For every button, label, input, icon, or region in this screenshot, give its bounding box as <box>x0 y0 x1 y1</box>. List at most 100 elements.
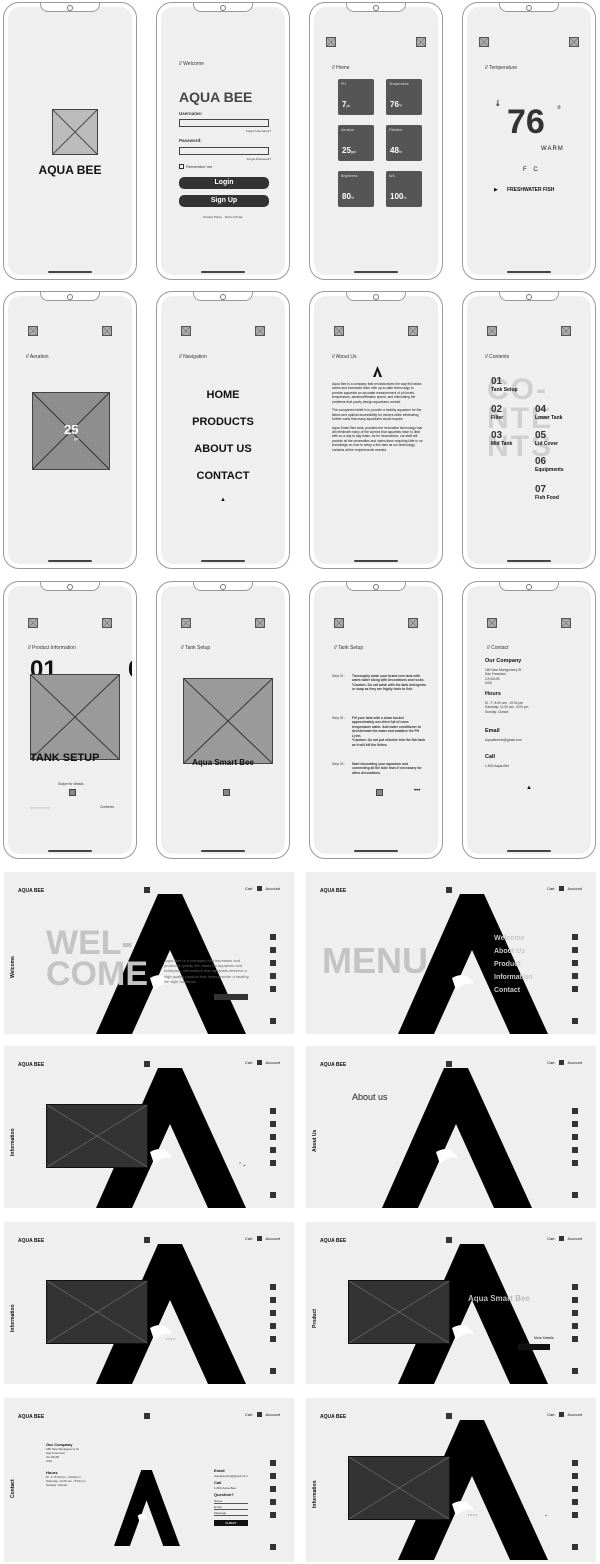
menu-item-information[interactable]: Information <box>494 971 533 984</box>
menu-icon[interactable] <box>334 618 344 628</box>
signup-button[interactable]: Sign Up <box>179 195 269 207</box>
swipe-icon[interactable] <box>223 789 230 796</box>
nav-icon[interactable] <box>144 1237 150 1243</box>
details-button[interactable] <box>518 1344 550 1350</box>
account-icon[interactable] <box>255 618 265 628</box>
account-link[interactable]: Account <box>568 1236 582 1241</box>
home-tile[interactable]: Aeration 25gal <box>338 125 374 161</box>
side-nav[interactable] <box>572 1108 578 1166</box>
home-tile[interactable]: Brightness 80% <box>338 171 374 207</box>
cart-link[interactable]: Cart <box>547 1236 555 1241</box>
account-link[interactable]: Account <box>568 886 582 891</box>
side-nav[interactable] <box>572 1284 578 1342</box>
swipe-icon[interactable] <box>376 789 383 796</box>
brand-logo[interactable]: AQUA BEE <box>320 1062 346 1068</box>
cart-icon[interactable] <box>558 886 564 891</box>
unit-toggle[interactable]: F C <box>523 167 538 173</box>
contents-item[interactable]: 05 Lid Cover <box>535 430 558 447</box>
contents-item[interactable]: 04 Lower Tank <box>535 404 562 421</box>
pagination-dots[interactable]: • • • • <box>166 1336 175 1341</box>
cart-link[interactable]: Cart <box>245 1236 253 1241</box>
phone-link[interactable]: 1-800-Aqua-Bee <box>214 1486 236 1490</box>
nav-icon[interactable] <box>446 887 452 893</box>
menu-item-contact[interactable]: Contact <box>494 984 533 997</box>
nav-icon[interactable] <box>446 1413 452 1419</box>
brand-logo[interactable]: AQUA BEE <box>320 1414 346 1420</box>
email-input[interactable]: Email <box>214 1505 248 1510</box>
remember-checkbox[interactable] <box>179 164 184 169</box>
legal-links[interactable]: Privacy Policy · Terms Of Use <box>161 215 285 219</box>
chevron-icon[interactable]: ⌃⌄ <box>238 1162 246 1168</box>
menu-item-welcome[interactable]: Welcome <box>494 932 533 945</box>
menu-icon[interactable] <box>28 326 38 336</box>
menu-icon[interactable] <box>487 326 497 336</box>
cart-icon[interactable] <box>256 1412 262 1417</box>
nav-icon[interactable] <box>144 887 150 893</box>
account-link[interactable]: Account <box>266 1236 280 1241</box>
menu-item-about[interactable]: About Us <box>494 945 533 958</box>
account-icon[interactable] <box>561 326 571 336</box>
side-nav[interactable] <box>572 1460 578 1518</box>
cta-button[interactable] <box>214 994 248 1000</box>
side-nav[interactable] <box>270 1460 276 1518</box>
password-input[interactable] <box>179 147 269 155</box>
cart-icon[interactable] <box>558 1412 564 1417</box>
cart-icon[interactable] <box>558 1060 564 1065</box>
cart-link[interactable]: Cart <box>245 886 253 891</box>
account-icon[interactable] <box>102 326 112 336</box>
home-tile[interactable]: Temperature 76°F <box>386 79 422 115</box>
scroll-icon[interactable] <box>572 1544 578 1550</box>
home-tile[interactable]: N/A 100% <box>386 171 422 207</box>
cart-icon[interactable] <box>256 1060 262 1065</box>
account-icon[interactable] <box>561 618 571 628</box>
triangle-up-icon[interactable]: ▲ <box>161 497 285 503</box>
scroll-icon[interactable] <box>572 1018 578 1024</box>
cart-link[interactable]: Cart <box>245 1060 253 1065</box>
brand-logo[interactable]: AQUA BEE <box>320 1238 346 1244</box>
home-tile[interactable]: Filtration 48hr <box>386 125 422 161</box>
contents-link[interactable]: Contents <box>100 805 114 809</box>
side-nav[interactable] <box>270 1108 276 1166</box>
submit-button[interactable]: SUBMIT <box>214 1520 248 1526</box>
scroll-icon[interactable] <box>572 1368 578 1374</box>
account-icon[interactable] <box>255 326 265 336</box>
cart-link[interactable]: Cart <box>547 1060 555 1065</box>
more-icon[interactable]: ••• <box>414 788 420 794</box>
account-icon[interactable] <box>408 618 418 628</box>
brand-logo[interactable]: AQUA BEE <box>320 888 346 894</box>
scroll-icon[interactable] <box>270 1368 276 1374</box>
triangle-up-icon[interactable]: ▲ <box>467 785 591 791</box>
account-icon[interactable] <box>416 37 426 47</box>
forgot-password-link[interactable]: Forgot Password? <box>247 157 271 161</box>
login-button[interactable]: Login <box>179 177 269 189</box>
account-icon[interactable] <box>102 618 112 628</box>
account-link[interactable]: Account <box>266 886 280 891</box>
brand-logo[interactable]: AQUA BEE <box>18 1238 44 1244</box>
cart-icon[interactable] <box>256 1236 262 1241</box>
contents-item[interactable]: 01 Tank Setup <box>491 376 518 393</box>
menu-icon[interactable] <box>181 618 191 628</box>
menu-icon[interactable] <box>28 618 38 628</box>
nav-icon[interactable] <box>446 1061 452 1067</box>
contents-item[interactable]: 06 Equipments <box>535 456 564 473</box>
side-nav[interactable] <box>572 934 578 992</box>
side-nav[interactable] <box>270 934 276 992</box>
cart-link[interactable]: Cart <box>547 886 555 891</box>
account-link[interactable]: Account <box>266 1412 280 1417</box>
account-icon[interactable] <box>569 37 579 47</box>
scroll-icon[interactable] <box>572 1192 578 1198</box>
chevron-down-icon[interactable]: ⌄ <box>544 1512 548 1518</box>
scroll-icon[interactable] <box>270 1192 276 1198</box>
email-link[interactable]: Aquabeeinfo@gmail.com <box>485 738 522 742</box>
phone-link[interactable]: 1-800-Aqua-Bee <box>485 764 509 768</box>
account-icon[interactable] <box>408 326 418 336</box>
nav-item-contact[interactable]: CONTACT <box>161 463 285 490</box>
scroll-icon[interactable] <box>270 1018 276 1024</box>
menu-icon[interactable] <box>334 326 344 336</box>
swipe-icon[interactable] <box>69 789 76 796</box>
nav-item-products[interactable]: PRODUCTS <box>161 409 285 436</box>
username-input[interactable] <box>179 119 269 127</box>
nav-icon[interactable] <box>446 1237 452 1243</box>
brand-logo[interactable]: AQUA BEE <box>18 1414 44 1420</box>
message-input[interactable]: Message <box>214 1511 248 1516</box>
